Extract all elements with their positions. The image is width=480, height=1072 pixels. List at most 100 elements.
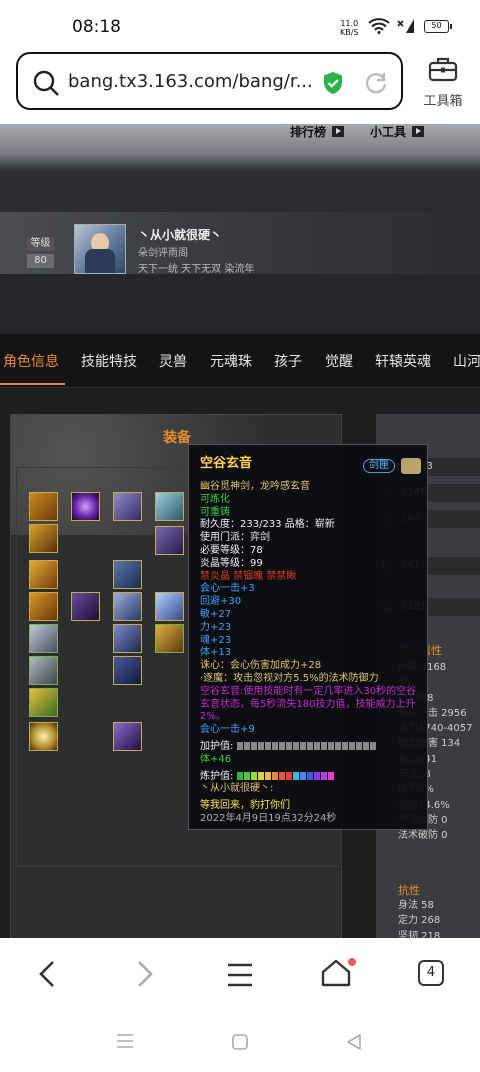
tab-landscape[interactable]: 山河 <box>453 351 480 371</box>
item-line: 可重铸 <box>200 506 230 518</box>
arrow-right-icon <box>332 126 345 137</box>
item-line: 耐久度：233/233 品格：崭新 <box>200 519 335 531</box>
toolbox-button[interactable]: 工具箱 <box>420 56 466 112</box>
tab-character-info[interactable]: 角色信息 <box>0 351 65 385</box>
scroll-icon <box>401 458 421 474</box>
back-icon[interactable] <box>36 958 58 994</box>
item-line: 回避+30 <box>200 596 242 608</box>
item-line: 敏+27 <box>200 608 232 620</box>
lianhu-bar <box>236 771 335 780</box>
item-message: 等我回来，豹打你们 <box>200 800 290 812</box>
tab-skills[interactable]: 技能特技 <box>81 351 137 371</box>
attr-line: 身法 58 <box>398 900 434 911</box>
battery-icon: 50 <box>424 20 452 33</box>
divider-band <box>0 274 480 334</box>
equip-slot-boots[interactable] <box>113 722 142 751</box>
forward-icon[interactable] <box>134 958 156 994</box>
equip-slot-helmet[interactable] <box>113 492 142 521</box>
equip-slot-charm[interactable] <box>155 624 184 653</box>
item-line: 必要等级：78 <box>200 544 263 556</box>
resist-section-title: 抗性 <box>398 884 420 897</box>
equip-slot-bracer[interactable] <box>29 624 58 653</box>
browser-bottom-bar: 4 <box>0 938 480 1072</box>
item-line: 力+23 <box>200 621 232 633</box>
arrow-right-icon <box>412 126 425 137</box>
lianhu-row: 炼护值: <box>200 771 422 784</box>
tab-children[interactable]: 孩子 <box>274 351 302 371</box>
tab-heroes[interactable]: 轩辕英魂 <box>375 351 431 371</box>
equipment-title: 装备 <box>163 430 191 446</box>
system-home-icon[interactable] <box>231 1033 249 1055</box>
item-line: 可炼化 <box>200 493 230 505</box>
equip-slot-amulet[interactable] <box>29 492 58 521</box>
equip-slot-shoulder[interactable] <box>113 592 142 621</box>
item-line: 魂+23 <box>200 634 232 646</box>
status-time: 08:18 <box>72 17 121 37</box>
item-line: 炎晶等级：99 <box>200 557 263 569</box>
attr-line: 坚韧 218 <box>398 930 441 938</box>
item-line: 诛心：会心伤害加成力+28 <box>200 660 322 672</box>
site-banner: 排行榜 小工具 <box>0 124 480 172</box>
search-icon <box>32 69 60 101</box>
item-lines: 幽谷觅神剑，龙吟感玄音 可炼化 可重铸 耐久度：233/233 品格：崭新 使用门派：弈… <box>200 481 422 686</box>
notification-dot <box>348 958 356 966</box>
item-date: 2022年4月9日19点32分24秒 <box>200 812 337 824</box>
system-menu-icon[interactable] <box>116 1033 134 1053</box>
equip-slot-gloves[interactable] <box>113 624 142 653</box>
equip-slot-book2[interactable] <box>29 592 58 621</box>
character-guild: 朵剑评雨阁 <box>138 248 188 259</box>
jiahu-bar <box>236 741 377 750</box>
section-tabs: 角色信息 技能特技 灵兽 元魂珠 孩子 觉醒 轩辕英魂 山河 <box>0 334 480 388</box>
divider-band <box>0 172 480 212</box>
equip-slot-ring[interactable] <box>29 524 58 553</box>
equip-slot-book[interactable] <box>29 560 58 589</box>
tools-link[interactable]: 小工具 <box>370 124 425 140</box>
level-label: 等级 <box>27 237 54 251</box>
ti-bonus: 体+46 <box>200 753 232 765</box>
equip-slot-weapon[interactable] <box>71 592 100 621</box>
attr-line: 定力 268 <box>398 915 441 927</box>
equip-slot-armor[interactable] <box>113 560 142 589</box>
ranking-link[interactable]: 排行榜 <box>290 124 345 140</box>
character-server: 天下一统 天下无双 染流年 <box>138 264 255 275</box>
tab-awakening[interactable]: 觉醒 <box>325 351 353 371</box>
reload-icon[interactable] <box>363 70 389 100</box>
resist-attributes: 身法 58 定力 268 坚韧 218 <box>398 898 480 938</box>
equip-slot-mount[interactable] <box>155 492 184 521</box>
toolbox-icon <box>428 57 458 86</box>
status-bar: 08:18 11.0 KB/S 50 <box>0 0 480 46</box>
equip-slot-cape[interactable] <box>155 526 184 555</box>
equip-slot-pants[interactable] <box>113 656 142 685</box>
item-line: 幽谷觅神剑，龙吟感玄音 <box>200 481 310 492</box>
system-back-icon[interactable] <box>345 1033 363 1055</box>
equip-slot-jade[interactable] <box>29 688 58 717</box>
jiahu-row: 加护值: <box>200 741 422 754</box>
attr-line: 法术破防 0 <box>398 830 448 842</box>
item-tooltip: 空谷玄音 剑匣 幽谷觅神剑，龙吟感玄音 可炼化 可重铸 耐久度：233/233 品格：… <box>188 444 428 830</box>
net-speed: 11.0 KB/S <box>340 19 359 37</box>
item-tag-button[interactable]: 剑匣 <box>363 459 395 473</box>
shield-check-icon[interactable] <box>322 71 344 95</box>
tabs-count-button[interactable]: 4 <box>418 960 444 986</box>
toolbox-label: 工具箱 <box>423 94 463 109</box>
equip-slot-belt[interactable] <box>29 656 58 685</box>
browser-toolbar: bang.tx3.163.com/bang/r... 工具箱 <box>0 46 480 124</box>
tab-soul-beads[interactable]: 元魂珠 <box>210 351 252 371</box>
address-bar[interactable]: bang.tx3.163.com/bang/r... <box>16 52 403 110</box>
item-title: 空谷玄音 <box>200 456 253 471</box>
item-line: 体+13 <box>200 647 232 659</box>
level-box: 等级 80 <box>27 237 54 271</box>
url-text[interactable]: bang.tx3.163.com/bang/r... <box>68 71 313 92</box>
item-line: 会心一击+3 <box>200 583 255 595</box>
equip-slot-wings[interactable] <box>155 592 184 621</box>
menu-icon[interactable] <box>226 962 254 992</box>
character-profile: 等级 80 丶从小就很硬丶 朵剑评雨阁 天下一统 天下无双 染流年 <box>0 212 480 275</box>
item-line: ·逐魔：攻击忽视对方5.5%的法术防御力 <box>200 672 379 684</box>
equip-slot-mirror[interactable] <box>29 722 58 751</box>
level-value: 80 <box>27 254 54 268</box>
equip-slot-orb[interactable] <box>71 492 100 521</box>
tab-pets[interactable]: 灵兽 <box>159 351 187 371</box>
web-page: 排行榜 小工具 等级 80 丶从小就很硬丶 朵剑评雨阁 天下一统 天下无双 染流… <box>0 124 480 938</box>
item-skill-text: 空谷玄音:使用技能时有一定几率进入30秒的空谷玄音状态，每5秒流失180技力值，… <box>200 685 417 723</box>
item-line: 禁炎晶 禁锢魄 禁禁瞅 <box>200 570 297 582</box>
